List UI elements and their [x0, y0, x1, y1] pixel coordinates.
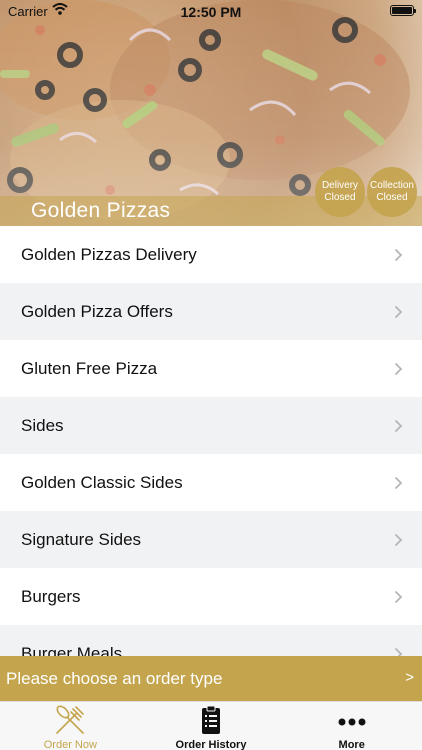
- menu-item-label: Burgers: [21, 586, 81, 606]
- chevron-right-icon: >: [405, 669, 414, 686]
- menu-item-label: Burger Meals: [21, 643, 123, 657]
- delivery-status-badge: Delivery Closed: [315, 167, 365, 217]
- chevron-right-icon: [394, 248, 403, 262]
- restaurant-title: Golden Pizzas: [31, 199, 171, 222]
- chevron-right-icon: [394, 305, 403, 319]
- tab-label: Order Now: [43, 739, 97, 750]
- menu-item-golden-classic-sides[interactable]: Golden Classic Sides: [0, 454, 422, 511]
- menu-item-label: Gluten Free Pizza: [21, 358, 158, 378]
- tab-order-history[interactable]: Order History: [141, 702, 282, 750]
- menu-item-label: Golden Pizzas Delivery: [21, 244, 197, 264]
- collection-status-badge: Collection Closed: [367, 167, 417, 217]
- more-dots-icon: [335, 705, 369, 735]
- tab-more[interactable]: More: [281, 702, 422, 750]
- menu-item-gluten-free-pizza[interactable]: Gluten Free Pizza: [0, 340, 422, 397]
- order-type-prompt: Please choose an order type: [6, 668, 223, 688]
- menu-item-burgers[interactable]: Burgers: [0, 568, 422, 625]
- menu-item-label: Signature Sides: [21, 529, 142, 549]
- tab-order-now[interactable]: Order Now: [0, 702, 141, 750]
- tab-bar: Order Now Order History More: [0, 701, 422, 750]
- menu-item-golden-pizza-offers[interactable]: Golden Pizza Offers: [0, 283, 422, 340]
- choose-order-type-button[interactable]: Please choose an order type >: [0, 656, 422, 701]
- menu-item-sides[interactable]: Sides: [0, 397, 422, 454]
- menu-category-list[interactable]: Golden Pizzas Delivery Golden Pizza Offe…: [0, 226, 422, 656]
- menu-item-label: Sides: [21, 415, 64, 435]
- tab-label: More: [338, 739, 365, 750]
- menu-item-golden-pizzas-delivery[interactable]: Golden Pizzas Delivery: [0, 226, 422, 283]
- menu-item-label: Golden Classic Sides: [21, 472, 183, 492]
- clock: 12:50 PM: [180, 4, 242, 20]
- chevron-right-icon: [394, 590, 403, 604]
- status-bar: Carrier 12:50 PM: [0, 0, 422, 22]
- menu-item-label: Golden Pizza Offers: [21, 301, 173, 321]
- menu-item-signature-sides[interactable]: Signature Sides: [0, 511, 422, 568]
- clipboard-icon: [194, 705, 228, 735]
- chevron-right-icon: [394, 419, 403, 433]
- tab-label: Order History: [175, 739, 247, 750]
- battery-icon: [390, 5, 416, 16]
- chevron-right-icon: [394, 476, 403, 490]
- chevron-right-icon: [394, 362, 403, 376]
- chevron-right-icon: [394, 533, 403, 547]
- fork-knife-icon: [53, 705, 87, 735]
- chevron-right-icon: [394, 647, 403, 656]
- menu-item-burger-meals[interactable]: Burger Meals: [0, 625, 422, 656]
